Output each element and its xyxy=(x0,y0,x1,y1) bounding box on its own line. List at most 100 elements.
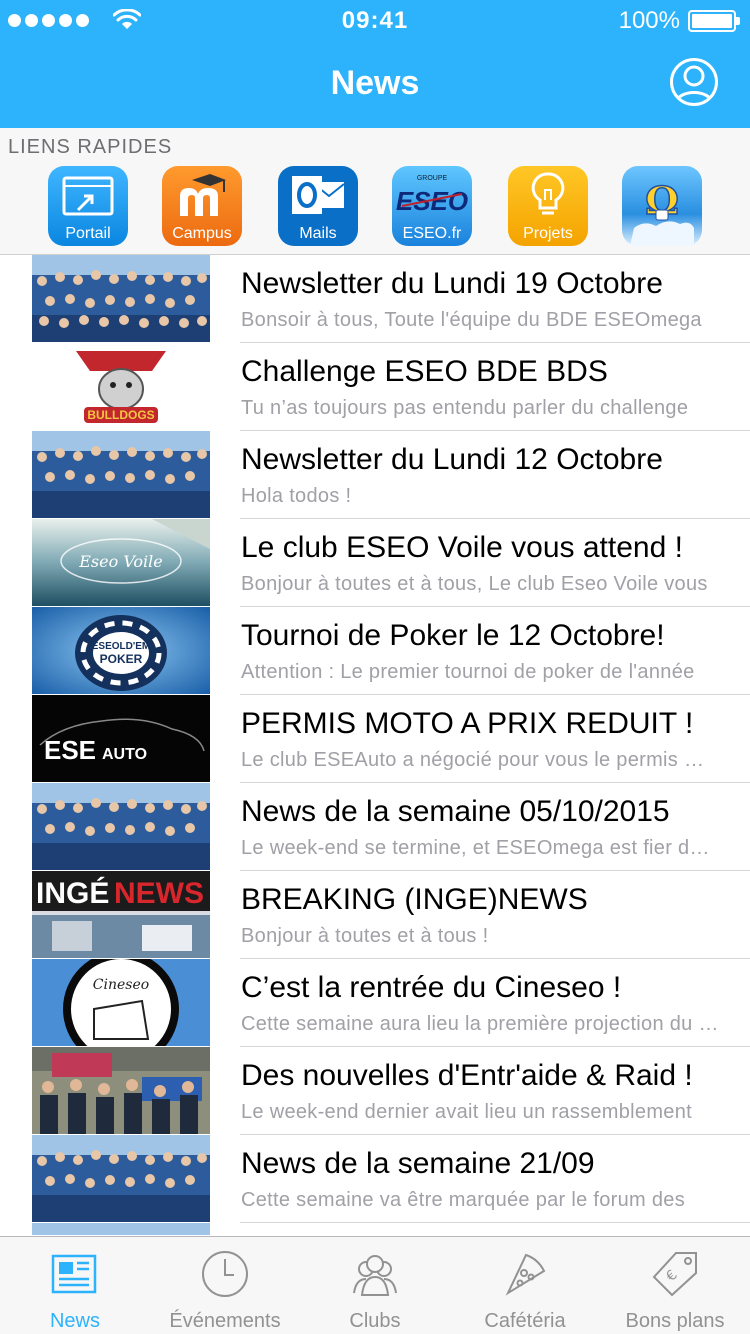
battery-percent: 100% xyxy=(618,7,680,34)
news-title: Challenge ESEO BDE BDS xyxy=(241,355,608,388)
profile-button[interactable] xyxy=(670,58,718,106)
tab-news[interactable]: News xyxy=(0,1237,150,1334)
svg-text:Cineseo: Cineseo xyxy=(93,977,149,993)
news-title: News de la semaine 21/09 xyxy=(241,1147,595,1180)
svg-text:ESEOLD'EM: ESEOLD'EM xyxy=(92,641,151,652)
news-title: Tournoi de Poker le 12 Octobre! xyxy=(241,619,665,652)
people-icon xyxy=(353,1255,397,1296)
lightbulb-icon xyxy=(531,172,565,215)
svg-text:BULLDOGS: BULLDOGS xyxy=(87,408,154,422)
tab-bar: News Événements Clubs Cafétéria € Bons p… xyxy=(0,1236,750,1334)
eseo-logo-icon: GROUPE ESEO xyxy=(396,175,468,216)
quick-link-campus[interactable]: Campus xyxy=(162,166,242,246)
svg-text:NEWS: NEWS xyxy=(114,877,204,910)
news-title: Newsletter du Lundi 12 Octobre xyxy=(241,443,663,476)
news-thumbnail xyxy=(32,1223,210,1235)
news-title: Newsletter du Lundi 19 Octobre xyxy=(241,267,663,300)
portal-icon xyxy=(62,176,114,216)
svg-text:Eseo Voile: Eseo Voile xyxy=(78,552,163,571)
news-row[interactable]: ESE AUTO PERMIS MOTO A PRIX REDUIT ! Le … xyxy=(0,695,750,783)
svg-text:AUTO: AUTO xyxy=(102,746,147,763)
news-thumbnail xyxy=(32,255,210,342)
battery-indicator: 100% xyxy=(618,7,740,35)
news-subtitle: Hola todos ! xyxy=(241,485,352,507)
news-list[interactable]: Newsletter du Lundi 19 Octobre Bonsoir à… xyxy=(0,255,750,1235)
news-thumbnail xyxy=(32,783,210,870)
svg-text:INGÉ: INGÉ xyxy=(36,876,109,910)
news-subtitle: Cette semaine aura lieu la première proj… xyxy=(241,1013,719,1035)
nav-header: 09:41 100% News xyxy=(0,0,750,128)
tab-deals[interactable]: € Bons plans xyxy=(600,1237,750,1334)
news-title: News de la semaine 05/10/2015 xyxy=(241,795,670,828)
news-subtitle: Bonjour à toutes et à tous ! xyxy=(241,925,489,947)
quick-link-label: Portail xyxy=(65,225,111,242)
news-thumbnail: ESE AUTO xyxy=(32,695,210,782)
news-row[interactable]: Newsletter du Lundi 12 Octobre Hola todo… xyxy=(0,431,750,519)
omega-icon: Ω xyxy=(630,177,694,246)
quick-link-label: Mails xyxy=(299,225,337,242)
quick-link-label: Projets xyxy=(523,225,573,242)
news-subtitle: Cette semaine va être marquée par le for… xyxy=(241,1189,686,1211)
status-bar: 09:41 100% xyxy=(0,0,750,40)
outlook-icon xyxy=(292,176,345,214)
quick-link-eseomega[interactable]: Ω xyxy=(622,166,702,246)
quick-link-portail[interactable]: Portail xyxy=(48,166,128,246)
news-row[interactable]: Cineseo C’est la rentrée du Cineseo ! Ce… xyxy=(0,959,750,1047)
news-row[interactable]: Newsletter du Lundi 19 Octobre Bonsoir à… xyxy=(0,255,750,343)
news-title: PERMIS MOTO A PRIX REDUIT ! xyxy=(241,707,694,740)
tab-label: Clubs xyxy=(349,1310,401,1332)
moodle-icon xyxy=(180,174,226,216)
news-thumbnail xyxy=(32,1047,210,1134)
news-subtitle: Attention : Le premier tournoi de poker … xyxy=(241,661,695,683)
quick-links-title: LIENS RAPIDES xyxy=(8,136,173,158)
news-row-partial[interactable] xyxy=(0,1223,750,1235)
news-subtitle: Bonjour à toutes et à tous, Le club Eseo… xyxy=(241,573,708,595)
tag-icon: € xyxy=(652,1252,697,1297)
tab-label: News xyxy=(49,1310,100,1332)
tab-label: Cafétéria xyxy=(484,1310,566,1332)
news-thumbnail: BULLDOGS xyxy=(32,343,210,430)
news-title: C’est la rentrée du Cineseo ! xyxy=(241,971,622,1004)
news-subtitle: Tu n’as toujours pas entendu parler du c… xyxy=(241,397,689,419)
tab-cafeteria[interactable]: Cafétéria xyxy=(450,1237,600,1334)
quick-link-projets[interactable]: Projets xyxy=(508,166,588,246)
news-row[interactable]: News de la semaine 05/10/2015 Le week-en… xyxy=(0,783,750,871)
newspaper-icon xyxy=(51,1254,97,1294)
svg-text:GROUPE: GROUPE xyxy=(417,175,448,182)
tab-clubs[interactable]: Clubs xyxy=(300,1237,450,1334)
user-icon xyxy=(674,65,714,103)
tab-events[interactable]: Événements xyxy=(150,1237,300,1334)
news-title: BREAKING (INGE)NEWS xyxy=(241,883,588,916)
news-thumbnail: INGÉ NEWS xyxy=(32,871,210,958)
news-thumbnail: Cineseo xyxy=(32,959,210,1046)
battery-icon xyxy=(688,10,740,32)
news-row[interactable]: ESEOLD'EM POKER Tournoi de Poker le 12 O… xyxy=(0,607,750,695)
news-row[interactable]: BULLDOGS Challenge ESEO BDE BDS Tu n’as … xyxy=(0,343,750,431)
news-title: Le club ESEO Voile vous attend ! xyxy=(241,531,683,564)
quick-link-label: ESEO.fr xyxy=(402,225,462,242)
news-thumbnail: Eseo Voile xyxy=(32,519,210,606)
news-title: Des nouvelles d'Entr'aide & Raid ! xyxy=(241,1059,693,1092)
tab-label: Événements xyxy=(169,1310,281,1332)
news-row[interactable]: INGÉ NEWS BREAKING (INGE)NEWS Bonjour à … xyxy=(0,871,750,959)
pizza-icon xyxy=(505,1253,546,1296)
page-title: News xyxy=(330,64,420,102)
news-thumbnail: ESEOLD'EM POKER xyxy=(32,607,210,694)
quick-link-mails[interactable]: Mails xyxy=(278,166,358,246)
svg-text:POKER: POKER xyxy=(100,652,143,666)
svg-text:ESE: ESE xyxy=(44,735,96,765)
news-row[interactable]: News de la semaine 21/09 Cette semaine v… xyxy=(0,1135,750,1223)
news-row[interactable]: Eseo Voile Le club ESEO Voile vous atten… xyxy=(0,519,750,607)
tab-label: Bons plans xyxy=(625,1310,725,1332)
svg-text:€: € xyxy=(663,1267,681,1285)
news-subtitle: Le club ESEAuto a négocié pour vous le p… xyxy=(241,749,719,771)
news-thumbnail xyxy=(32,1135,210,1222)
news-subtitle: Bonsoir à tous, Toute l'équipe du BDE ES… xyxy=(241,309,702,331)
news-subtitle: Le week-end se termine, et ESEOmega est … xyxy=(241,837,719,859)
clock-icon xyxy=(202,1251,248,1297)
news-row[interactable]: Des nouvelles d'Entr'aide & Raid ! Le we… xyxy=(0,1047,750,1135)
news-subtitle: Le week-end dernier avait lieu un rassem… xyxy=(241,1101,693,1123)
quick-link-eseo[interactable]: GROUPE ESEO ESEO.fr xyxy=(392,166,472,246)
quick-links-section: LIENS RAPIDES Portail Campus Mails GROUP… xyxy=(0,128,750,255)
news-thumbnail xyxy=(32,431,210,518)
